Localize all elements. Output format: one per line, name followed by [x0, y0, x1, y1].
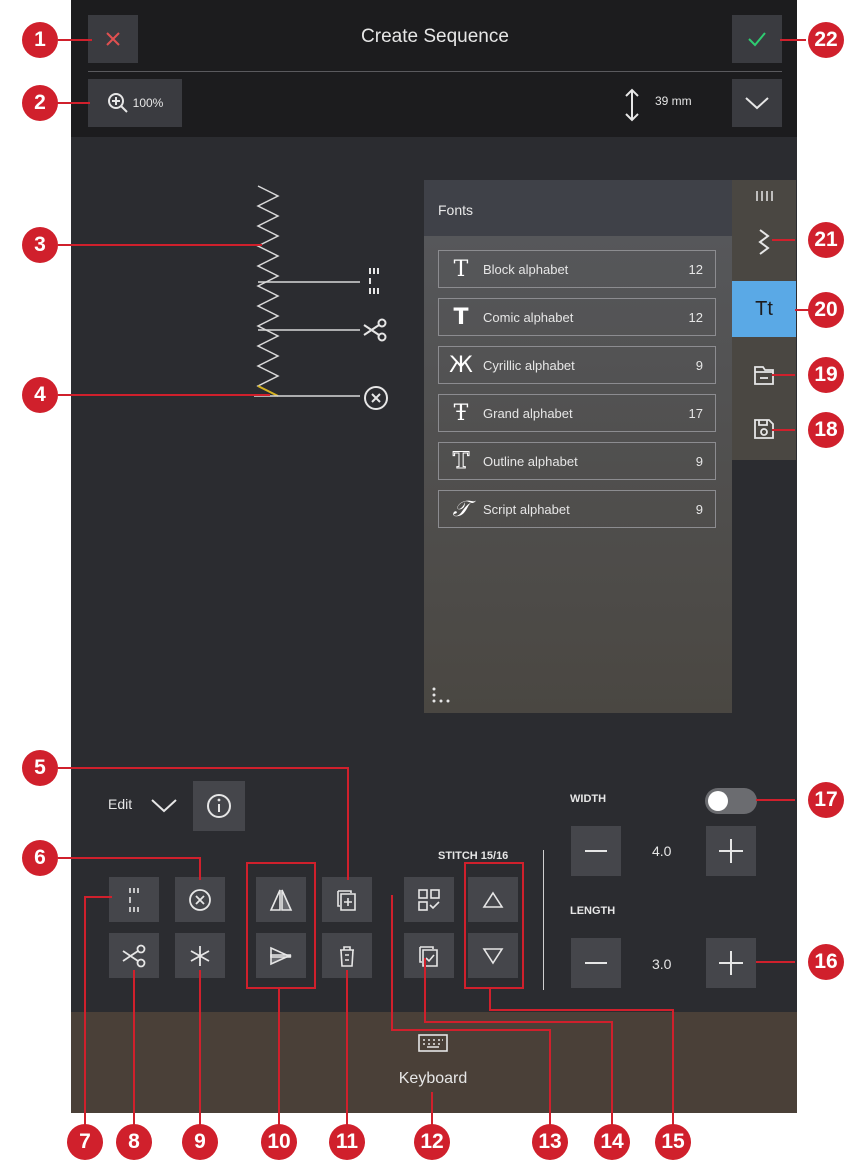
callout-22: 22: [808, 22, 844, 58]
callout-9: 9: [182, 1124, 218, 1160]
callout-18: 18: [808, 412, 844, 448]
callout-3: 3: [22, 227, 58, 263]
callout-20: 20: [808, 292, 844, 328]
callout-2: 2: [22, 85, 58, 121]
callout-10: 10: [261, 1124, 297, 1160]
callout-7: 7: [67, 1124, 103, 1160]
callout-17: 17: [808, 782, 844, 818]
callout-4: 4: [22, 377, 58, 413]
callout-8: 8: [116, 1124, 152, 1160]
callout-14: 14: [594, 1124, 630, 1160]
callout-lines: [56, 39, 812, 1130]
callout-6: 6: [22, 840, 58, 876]
callout-1: 1: [22, 22, 58, 58]
callout-19: 19: [808, 357, 844, 393]
callout-16: 16: [808, 944, 844, 980]
callout-5: 5: [22, 750, 58, 786]
callout-21: 21: [808, 222, 844, 258]
callout-13: 13: [532, 1124, 568, 1160]
callout-15: 15: [655, 1124, 691, 1160]
callout-12: 12: [414, 1124, 450, 1160]
callout-11: 11: [329, 1124, 365, 1160]
